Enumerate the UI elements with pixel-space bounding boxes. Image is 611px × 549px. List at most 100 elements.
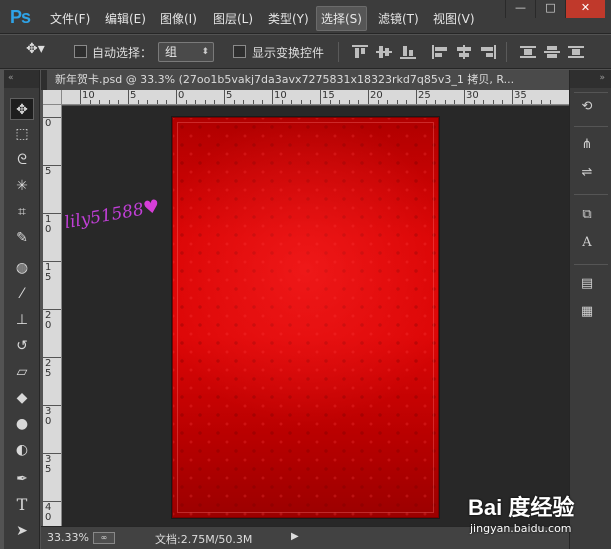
ruler-minor-tick [89, 100, 91, 104]
vertical-ruler[interactable]: 0 5 1 0 1 5 2 0 2 5 3 0 3 5 4 0 [43, 105, 62, 526]
move-tool-icon[interactable]: ✥ [10, 98, 34, 120]
ruler-major-tick [128, 90, 129, 104]
ruler-minor-tick [137, 100, 139, 104]
ruler-label: 5 [226, 90, 233, 101]
brush-panel-icon[interactable]: ⋔ [578, 136, 596, 154]
ruler-minor-tick [310, 100, 312, 104]
ruler-major-tick [43, 165, 61, 166]
document-size: 文档:2.75M/50.3M [155, 533, 253, 546]
horizontal-ruler[interactable]: 10 5 0 5 10 15 20 25 30 35 [62, 90, 569, 105]
menu-type[interactable]: 类型(Y) [268, 10, 309, 27]
right-panel-dock: » ⟲ ⋔ ⇌ ⧉ A ▤ ▦ [569, 70, 611, 549]
auto-select-value: 组 [165, 45, 178, 59]
history-panel-icon[interactable]: ⟲ [578, 98, 596, 116]
red-card-artboard[interactable] [172, 117, 439, 518]
ruler-label: 0 [45, 118, 52, 129]
lasso-tool-icon[interactable]: ᘓ [10, 149, 34, 171]
align-hcenter-icon[interactable] [456, 45, 472, 59]
ruler-minor-tick [358, 100, 360, 104]
marquee-tool-icon[interactable]: ⬚ [10, 123, 34, 145]
align-bottom-icon[interactable] [400, 45, 416, 59]
notes-panel-icon[interactable]: ▦ [578, 303, 596, 321]
status-menu-arrow-icon[interactable]: ▶ [291, 531, 299, 542]
menu-layer[interactable]: 图层(L) [213, 10, 253, 27]
minimize-button[interactable]: — [505, 0, 535, 18]
pen-tool-icon[interactable]: ✒ [10, 468, 34, 490]
ruler-minor-tick [118, 100, 120, 104]
layer-comps-icon[interactable]: ▤ [578, 275, 596, 293]
ruler-minor-tick [483, 100, 485, 104]
ruler-minor-tick [531, 100, 533, 104]
align-right-icon[interactable] [480, 45, 496, 59]
ruler-minor-tick [550, 100, 552, 104]
menu-view[interactable]: 视图(V) [433, 10, 475, 27]
document-tab[interactable]: 新年贺卡.psd @ 33.3% (27oo1b5vakj7da3avx7275… [47, 70, 569, 90]
clone-stamp-tool-icon[interactable]: ⊥ [10, 309, 34, 331]
align-left-icon[interactable] [432, 45, 448, 59]
ruler-label: 4 0 [45, 502, 52, 523]
separator [338, 42, 339, 62]
handwritten-watermark: lily51588♥ [63, 196, 161, 233]
align-vcenter-icon[interactable] [376, 45, 392, 59]
menu-image[interactable]: 图像(I) [160, 10, 197, 27]
ruler-label: 0 [178, 90, 185, 101]
share-icon[interactable]: ∞ [93, 532, 115, 544]
ruler-minor-tick [252, 100, 254, 104]
ruler-minor-tick [396, 100, 398, 104]
zoom-level[interactable]: 33.33% [47, 531, 89, 544]
auto-select-dropdown[interactable]: 组 ⬍ [158, 42, 214, 62]
window-controls: — □ ✕ [505, 0, 605, 18]
menu-edit[interactable]: 编辑(E) [105, 10, 146, 27]
dodge-tool-icon[interactable]: ◐ [10, 439, 34, 461]
healing-brush-tool-icon[interactable]: ◍ [10, 257, 34, 279]
ruler-minor-tick [329, 100, 331, 104]
magic-wand-tool-icon[interactable]: ✳ [10, 175, 34, 197]
eyedropper-tool-icon[interactable]: ✎ [10, 227, 34, 249]
crop-tool-icon[interactable]: ⌗ [10, 201, 34, 223]
distribute-bottom-icon[interactable] [568, 45, 584, 59]
menu-select[interactable]: 选择(S) [316, 6, 367, 31]
ruler-origin[interactable] [43, 90, 62, 105]
type-tool-icon[interactable]: T [10, 494, 34, 516]
history-brush-tool-icon[interactable]: ↺ [10, 335, 34, 357]
menu-file[interactable]: 文件(F) [50, 10, 90, 27]
blur-tool-icon[interactable]: ● [10, 413, 34, 435]
clone-source-icon[interactable]: ⧉ [578, 206, 596, 224]
ruler-minor-tick [156, 100, 158, 104]
panel-expand-icon[interactable]: » [570, 70, 611, 88]
canvas-area[interactable]: lily51588♥ [62, 106, 569, 526]
panel-group [574, 92, 608, 93]
ruler-major-tick [43, 405, 61, 406]
ruler-minor-tick [233, 100, 235, 104]
ruler-major-tick [43, 117, 61, 118]
ruler-minor-tick [300, 100, 302, 104]
ruler-major-tick [368, 90, 369, 104]
ruler-major-tick [43, 501, 61, 502]
watermark-text: lily51588 [63, 199, 146, 234]
align-top-icon[interactable] [352, 45, 368, 59]
show-transform-checkbox[interactable] [233, 45, 246, 58]
panel-collapse-icon[interactable]: « [4, 70, 39, 88]
auto-select-label: 自动选择： [92, 46, 153, 60]
menu-filter[interactable]: 滤镜(T) [378, 10, 419, 27]
close-button[interactable]: ✕ [565, 0, 605, 18]
ruler-label: 10 [274, 90, 287, 101]
distribute-top-icon[interactable] [520, 45, 536, 59]
move-tool-icon[interactable]: ✥▾ [26, 41, 45, 57]
distribute-vcenter-icon[interactable] [544, 45, 560, 59]
ruler-minor-tick [377, 100, 379, 104]
eraser-tool-icon[interactable]: ▱ [10, 361, 34, 383]
brush-tool-icon[interactable]: ⁄ [10, 283, 34, 305]
character-panel-icon[interactable]: A [578, 234, 596, 252]
ruler-major-tick [272, 90, 273, 104]
maximize-button[interactable]: □ [535, 0, 565, 18]
ruler-major-tick [416, 90, 417, 104]
ruler-label: 15 [322, 90, 335, 101]
path-selection-tool-icon[interactable]: ➤ [10, 520, 34, 542]
ruler-label: 30 [466, 90, 479, 101]
ruler-minor-tick [348, 100, 350, 104]
paint-bucket-tool-icon[interactable]: ◆ [10, 387, 34, 409]
auto-select-checkbox[interactable] [74, 45, 87, 58]
brush-presets-icon[interactable]: ⇌ [578, 164, 596, 182]
baidu-jingyan-watermark: Bai 度经验 jingyan.baidu.com [468, 490, 608, 546]
